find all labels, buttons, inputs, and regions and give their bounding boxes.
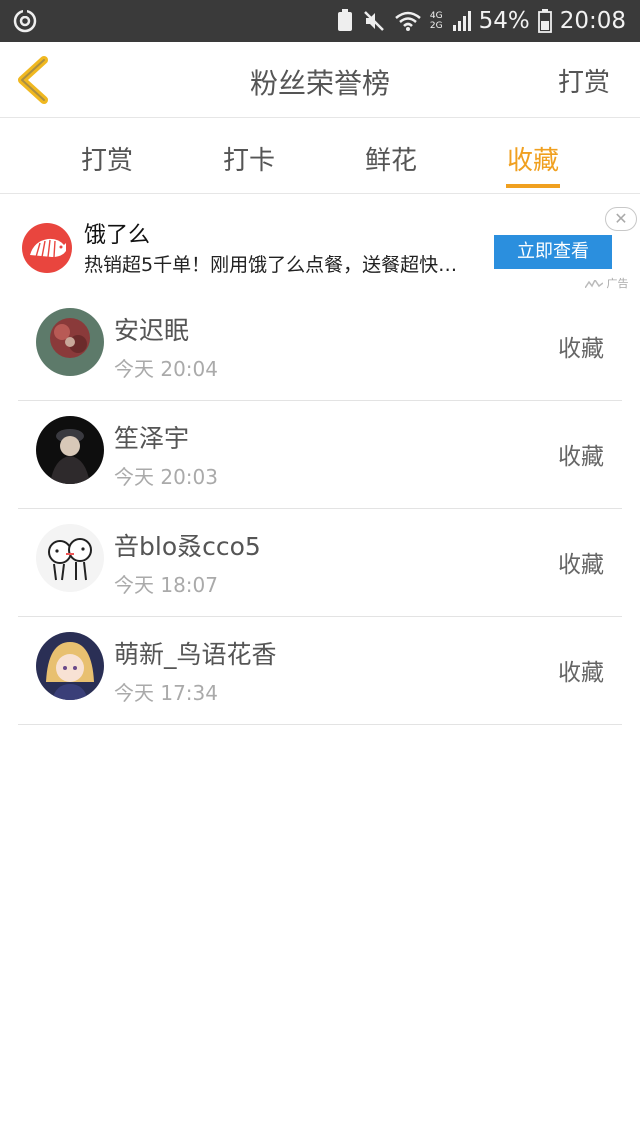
avatar <box>36 632 104 700</box>
mute-icon <box>363 11 384 31</box>
signal-icon <box>452 11 471 31</box>
ad-logo-icon <box>22 223 72 273</box>
fan-time: 今天 20:03 <box>114 465 218 489</box>
wifi-icon <box>395 11 421 31</box>
clock: 20:08 <box>559 8 626 34</box>
network-indicator: 4G 2G <box>430 11 443 31</box>
avatar <box>36 416 104 484</box>
reward-button[interactable]: 打赏 <box>558 62 610 99</box>
fan-time: 今天 18:07 <box>114 573 218 597</box>
fan-name: 咅blo叒cco5 <box>114 532 261 561</box>
ad-title: 饿了么 <box>84 223 151 248</box>
avatar <box>36 308 104 376</box>
list-item[interactable]: 安迟眠 今天 20:04 收藏 <box>18 293 622 401</box>
list-item[interactable]: 笙泽宇 今天 20:03 收藏 <box>18 401 622 509</box>
fan-time: 今天 17:34 <box>114 681 218 705</box>
fan-time: 今天 20:04 <box>114 357 218 381</box>
page-title: 粉丝荣誉榜 <box>249 67 390 100</box>
tab-reward[interactable]: 打赏 <box>36 118 178 194</box>
ad-close-icon[interactable]: ✕ <box>605 207 637 231</box>
tab-bar: 打赏 打卡 鲜花 收藏 <box>0 118 640 194</box>
fan-list: 安迟眠 今天 20:04 收藏 笙泽宇 今天 20:03 收藏 咅blo叒cco… <box>18 293 622 725</box>
tab-checkin[interactable]: 打卡 <box>178 118 320 194</box>
battery-icon <box>537 9 552 33</box>
battery-percent: 54% <box>478 8 530 34</box>
list-item[interactable]: 萌新_鸟语花香 今天 17:34 收藏 <box>18 617 622 725</box>
app-header: 粉丝荣誉榜 打赏 <box>0 42 640 118</box>
status-bar: 4G 2G 54% 20:08 <box>0 0 640 42</box>
fan-action: 收藏 <box>558 444 604 470</box>
list-item[interactable]: 咅blo叒cco5 今天 18:07 收藏 <box>18 509 622 617</box>
ad-tag-text: 广告 <box>606 277 629 290</box>
network-bottom: 2G <box>429 21 443 31</box>
fan-name: 萌新_鸟语花香 <box>114 640 277 669</box>
ad-label: 广告 <box>584 275 629 291</box>
ad-view-button[interactable]: 立即查看 <box>494 235 612 269</box>
ad-banner[interactable]: 饿了么 热销超5千单！刚用饿了么点餐，送餐超快… 立即查看 ✕ 广告 <box>0 195 640 293</box>
fan-name: 安迟眠 <box>114 316 190 345</box>
fan-action: 收藏 <box>558 552 604 578</box>
network-top: 4G <box>429 11 443 21</box>
ad-network-icon <box>584 278 604 289</box>
avatar <box>36 524 104 592</box>
tab-flowers[interactable]: 鲜花 <box>320 118 462 194</box>
ad-description: 热销超5千单！刚用饿了么点餐，送餐超快… <box>84 254 458 276</box>
recycle-icon <box>337 9 352 31</box>
fan-action: 收藏 <box>558 660 604 686</box>
tab-favorites[interactable]: 收藏 <box>462 118 604 194</box>
sync-icon <box>13 9 37 33</box>
fan-name: 笙泽宇 <box>114 424 190 453</box>
fan-action: 收藏 <box>558 336 604 362</box>
